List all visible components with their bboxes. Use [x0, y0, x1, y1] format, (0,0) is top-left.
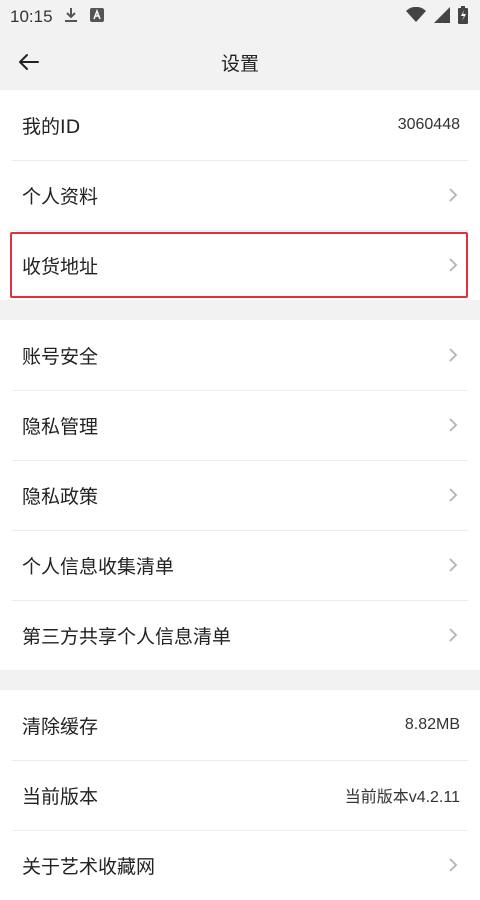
row-personal-info-collection-list[interactable]: 个人信息收集清单	[0, 530, 480, 600]
row-current-version[interactable]: 当前版本 当前版本v4.2.11	[0, 760, 480, 830]
row-label: 个人资料	[22, 185, 99, 208]
row-label: 隐私管理	[22, 415, 99, 438]
settings-group-app: 清除缓存 8.82MB 当前版本 当前版本v4.2.11 关于艺术收藏网	[0, 690, 480, 900]
settings-group-security: 账号安全 隐私管理 隐私政策 个人信息收集清单 第三方共享个人信息清单	[0, 320, 480, 670]
chevron-right-icon	[446, 256, 460, 274]
row-label: 第三方共享个人信息清单	[22, 625, 232, 648]
download-icon	[63, 6, 79, 28]
user-id-value: 3060448	[397, 116, 460, 133]
chevron-right-icon	[446, 346, 460, 364]
back-button[interactable]	[10, 44, 46, 80]
status-bar: 10:15	[0, 0, 480, 34]
row-label: 关于艺术收藏网	[22, 855, 156, 878]
chevron-right-icon	[446, 186, 460, 204]
row-label: 收货地址	[22, 255, 99, 278]
chevron-right-icon	[446, 486, 460, 504]
row-label: 个人信息收集清单	[22, 555, 175, 578]
section-divider	[0, 670, 480, 690]
arrow-left-icon	[19, 54, 39, 70]
accessibility-a-icon	[89, 7, 105, 27]
row-privacy-policy[interactable]: 隐私政策	[0, 460, 480, 530]
chevron-right-icon	[446, 556, 460, 574]
chevron-right-icon	[446, 416, 460, 434]
page-title: 设置	[220, 52, 259, 75]
version-value: 当前版本v4.2.11	[344, 789, 460, 806]
wifi-icon	[406, 6, 426, 27]
row-label: 我的ID	[22, 115, 81, 138]
row-label: 账号安全	[22, 345, 99, 368]
battery-charging-icon	[458, 6, 468, 28]
chevron-right-icon	[446, 856, 460, 874]
cache-size-value: 8.82MB	[404, 716, 460, 733]
row-third-party-sharing-list[interactable]: 第三方共享个人信息清单	[0, 600, 480, 670]
row-label: 清除缓存	[22, 715, 99, 738]
row-account-security[interactable]: 账号安全	[0, 320, 480, 390]
settings-group-account-info: 我的ID 3060448 个人资料 收货地址	[0, 90, 480, 300]
section-divider	[0, 300, 480, 320]
top-navigation-bar: 设置	[0, 34, 480, 90]
signal-icon	[434, 7, 450, 27]
row-my-id: 我的ID 3060448	[0, 90, 480, 160]
chevron-right-icon	[446, 626, 460, 644]
row-label: 隐私政策	[22, 485, 99, 508]
row-profile[interactable]: 个人资料	[0, 160, 480, 230]
row-privacy-management[interactable]: 隐私管理	[0, 390, 480, 460]
status-time: 10:15	[10, 7, 53, 26]
row-label: 当前版本	[22, 785, 99, 808]
row-about[interactable]: 关于艺术收藏网	[0, 830, 480, 900]
row-shipping-address[interactable]: 收货地址	[0, 230, 480, 300]
row-clear-cache[interactable]: 清除缓存 8.82MB	[0, 690, 480, 760]
